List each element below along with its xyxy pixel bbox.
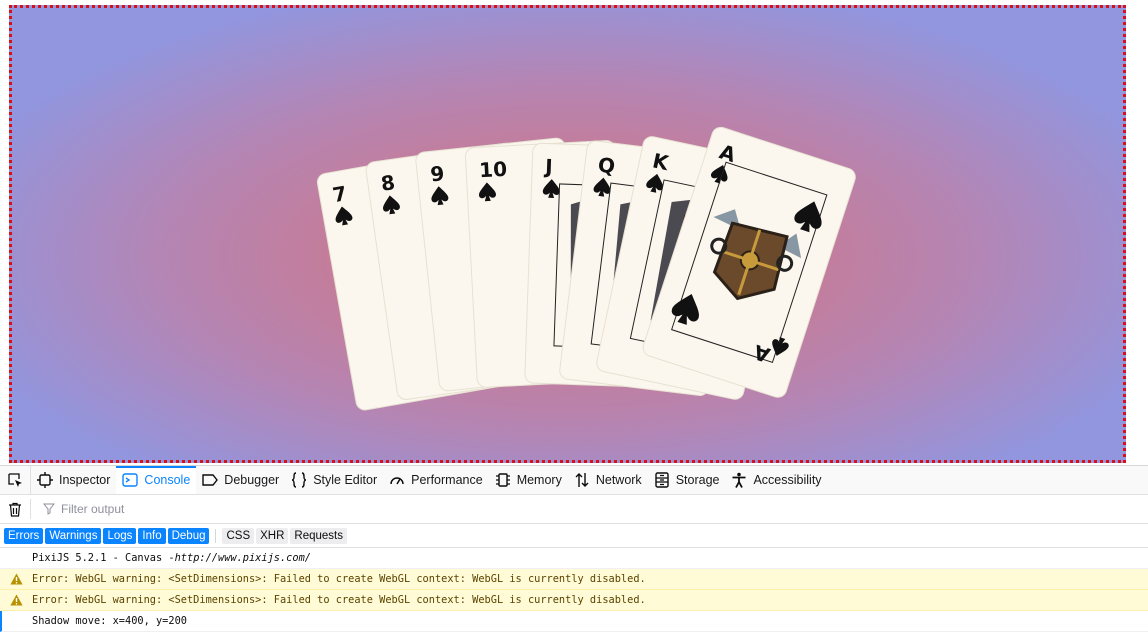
devtools-panel: Inspector Console Debugger Style Editor Perf… — [0, 465, 1148, 632]
card-fan: 7 8 9 10 J Q K AA — [316, 126, 856, 411]
tab-label: Network — [595, 473, 642, 487]
message-link[interactable]: http://www.pixijs.com/ — [175, 552, 311, 564]
storage-icon — [654, 472, 669, 488]
filter-xhr-button[interactable]: XHR — [256, 527, 289, 544]
tab-label: Accessibility — [753, 473, 822, 487]
filter-icon — [43, 503, 55, 515]
performance-icon — [390, 477, 404, 485]
tab-label: Style Editor — [313, 473, 378, 487]
tab-label: Memory — [516, 473, 562, 487]
memory-icon — [495, 473, 510, 487]
filter-css-button[interactable]: CSS — [222, 527, 255, 544]
pixi-canvas[interactable]: 7 8 9 10 J Q K A A — [9, 5, 1126, 463]
tab-label: Console — [144, 473, 191, 487]
clear-console-button[interactable] — [0, 499, 31, 519]
filter-warnings-button[interactable]: Warnings — [45, 527, 102, 544]
tab-debugger[interactable]: Debugger — [196, 466, 285, 494]
console-toolbar — [0, 495, 1148, 524]
tab-style-editor[interactable]: Style Editor — [285, 466, 383, 494]
console-log-message[interactable]: Shadow move: x=400, y=200 — [0, 611, 1148, 632]
tab-memory[interactable]: Memory — [489, 466, 568, 494]
console-output: PixiJS 5.2.1 - Canvas - http://www.pixij… — [0, 548, 1148, 632]
tab-accessibility[interactable]: Accessibility — [725, 466, 827, 494]
tab-label: Storage — [675, 473, 720, 487]
filter-errors-button[interactable]: Errors — [4, 527, 44, 544]
filter-requests-button[interactable]: Requests — [290, 527, 348, 544]
card-rank-label: 10 — [479, 157, 508, 182]
filter-divider — [215, 528, 217, 543]
tab-inspector[interactable]: Inspector — [31, 466, 116, 494]
filter-debug-button[interactable]: Debug — [167, 527, 210, 544]
inspector-icon — [37, 472, 53, 488]
tab-storage[interactable]: Storage — [648, 466, 726, 494]
console-log-message[interactable]: PixiJS 5.2.1 - Canvas - http://www.pixij… — [0, 548, 1148, 569]
filter-logs-button[interactable]: Logs — [103, 527, 137, 544]
tab-label: Debugger — [224, 473, 280, 487]
console-warning-message[interactable]: Error: WebGL warning: <SetDimensions>: F… — [0, 590, 1148, 611]
network-icon — [575, 473, 589, 487]
filter-output-box[interactable] — [31, 502, 361, 516]
card-rank-label: 9 — [429, 161, 445, 186]
tab-network[interactable]: Network — [568, 466, 648, 494]
filter-info-button[interactable]: Info — [138, 527, 166, 544]
warning-icon — [10, 594, 23, 606]
element-picker-button[interactable] — [0, 466, 31, 494]
message-text: Shadow move: x=400, y=200 — [32, 615, 187, 627]
card-rank-label: Q — [597, 153, 617, 179]
tab-label: Inspector — [59, 473, 111, 487]
tab-label: Performance — [411, 473, 483, 487]
page-viewport: 7 8 9 10 J Q K A A — [0, 0, 1148, 465]
warning-icon — [10, 573, 23, 585]
accessibility-icon — [732, 472, 746, 488]
message-text: Error: WebGL warning: <SetDimensions>: F… — [32, 594, 646, 606]
console-icon — [122, 473, 139, 487]
trash-icon — [9, 502, 21, 517]
devtools-tabbar: Inspector Console Debugger Style Editor Perf… — [0, 466, 1148, 495]
message-text: PixiJS 5.2.1 - Canvas - — [32, 552, 175, 564]
tab-console[interactable]: Console — [116, 466, 197, 494]
debugger-icon — [202, 474, 219, 486]
filter-output-input[interactable] — [61, 502, 361, 516]
style-editor-icon — [292, 472, 307, 488]
message-text: Error: WebGL warning: <SetDimensions>: F… — [32, 573, 646, 585]
element-picker-icon — [8, 473, 22, 487]
console-warning-message[interactable]: Error: WebGL warning: <SetDimensions>: F… — [0, 569, 1148, 590]
tab-performance[interactable]: Performance — [383, 466, 489, 494]
console-filter-bar: Errors Warnings Logs Info Debug CSS XHR Request… — [0, 524, 1148, 548]
